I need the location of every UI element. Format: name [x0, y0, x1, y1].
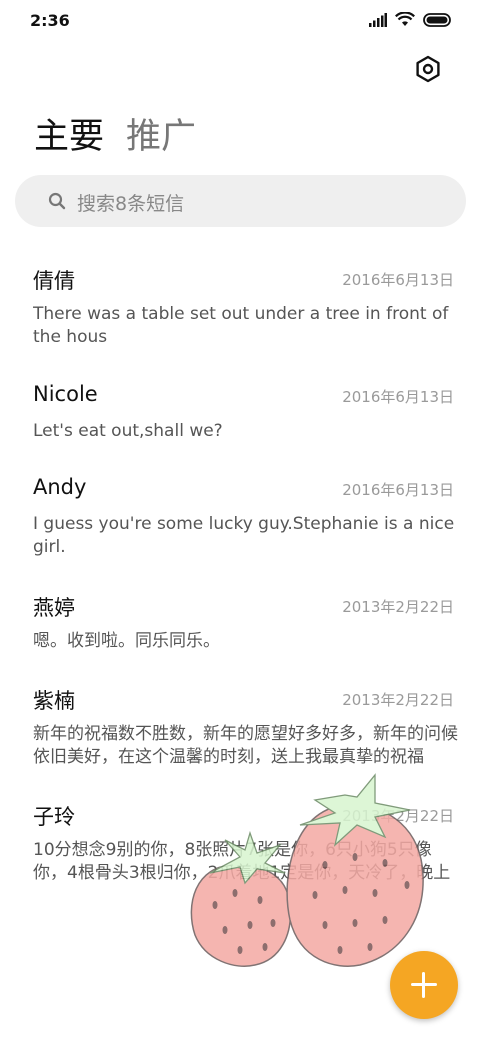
message-preview: 新年的祝福数不胜数，新年的愿望好多好多，新年的问候依旧美好，在这个温馨的时刻，送…: [33, 724, 458, 767]
message-sender: 倩倩: [33, 269, 75, 293]
search-icon: [48, 192, 66, 210]
signal-icon: [369, 12, 387, 27]
message-sender: Nicole: [33, 382, 98, 406]
tab-bar: 主要 推广: [34, 108, 196, 159]
search-placeholder: 搜索8条短信: [77, 193, 185, 215]
compose-button[interactable]: [390, 951, 458, 1019]
tab-promotions[interactable]: 推广: [126, 108, 196, 159]
message-date: 2013年2月22日: [342, 598, 454, 616]
message-preview: There was a table set out under a tree i…: [33, 304, 449, 347]
strawberry-decoration: [190, 773, 424, 967]
message-sender: 紫楠: [33, 689, 75, 713]
message-preview: Let's eat out,shall we?: [33, 421, 223, 441]
status-time: 2:36: [30, 11, 70, 30]
message-sender: Andy: [33, 475, 87, 499]
tab-primary[interactable]: 主要: [34, 108, 104, 159]
message-date: 2013年2月22日: [342, 691, 454, 709]
battery-icon: [423, 12, 451, 27]
message-date: 2016年6月13日: [342, 271, 454, 289]
message-sender: 燕婷: [33, 596, 75, 620]
message-sender: 子玲: [33, 805, 75, 829]
status-bar: 2:36: [0, 0, 480, 40]
plus-icon: [422, 972, 425, 998]
search-bar[interactable]: 搜索8条短信: [15, 175, 466, 227]
message-preview: 嗯。收到啦。同乐同乐。: [33, 631, 220, 651]
wifi-icon: [395, 12, 415, 26]
message-preview: I guess you're some lucky guy.Stephanie …: [33, 514, 455, 557]
message-date: 2016年6月13日: [342, 388, 454, 406]
status-icons: [369, 12, 453, 27]
settings-icon[interactable]: [414, 55, 442, 83]
message-date: 2016年6月13日: [342, 481, 454, 499]
